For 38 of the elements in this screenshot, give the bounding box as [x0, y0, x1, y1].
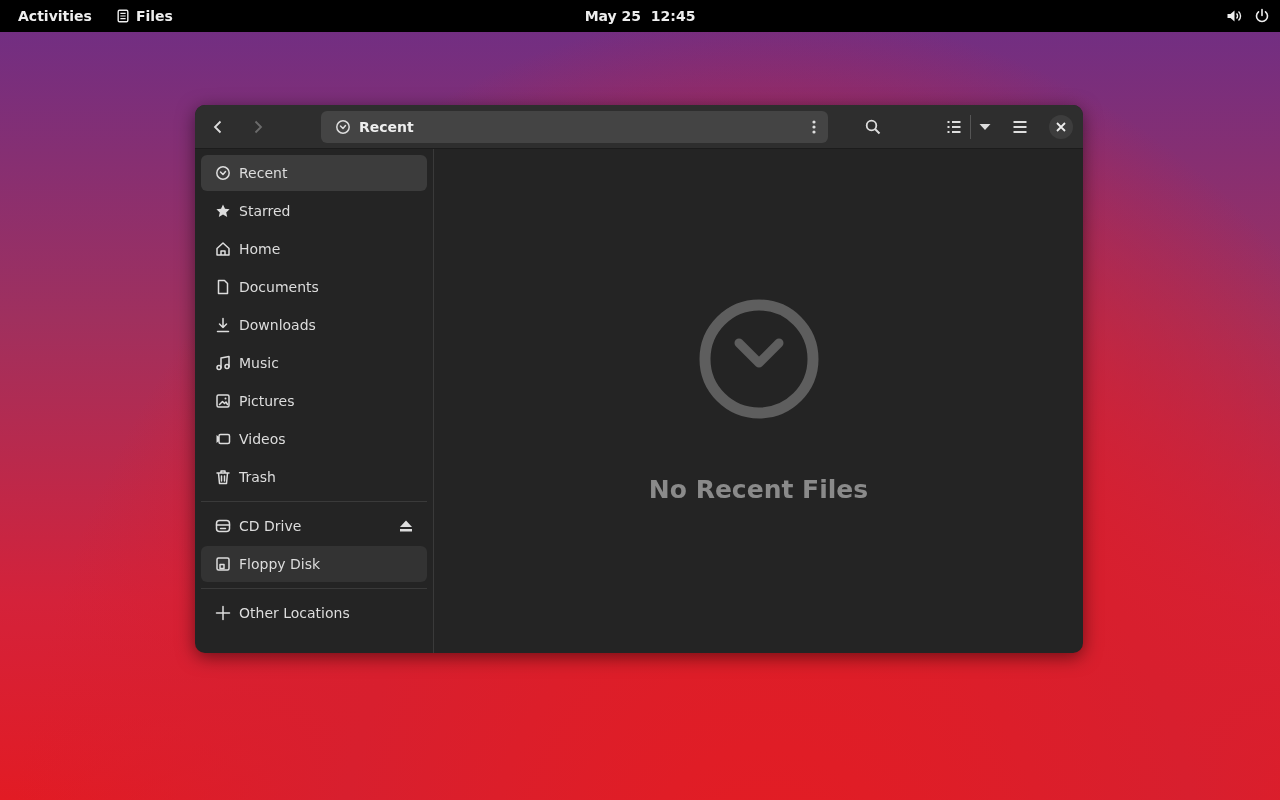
sidebar-item[interactable]: Recent [201, 155, 427, 191]
close-button[interactable] [1049, 114, 1073, 139]
document-icon [215, 279, 231, 295]
sidebar-item[interactable]: Music [201, 345, 427, 381]
power-icon [1254, 8, 1270, 24]
activities-button[interactable]: Activities [6, 2, 104, 30]
list-icon [946, 118, 962, 135]
eject-icon[interactable] [399, 519, 413, 533]
video-camera-icon [215, 431, 231, 447]
clock-icon [215, 165, 231, 181]
sidebar-item[interactable]: Documents [201, 269, 427, 305]
sidebar-item[interactable]: CD Drive [201, 508, 427, 544]
home-icon [215, 241, 231, 257]
search-icon [865, 118, 881, 135]
sidebar-item[interactable]: Other Locations [201, 595, 427, 631]
sidebar-item[interactable]: Trash [201, 459, 427, 495]
plus-icon [215, 605, 231, 621]
star-icon [215, 203, 231, 219]
image-icon [215, 393, 231, 409]
music-note-icon [215, 355, 231, 371]
empty-state-message: No Recent Files [648, 475, 869, 504]
location-bar[interactable]: Recent [321, 110, 828, 143]
sidebar-item[interactable]: Pictures [201, 383, 427, 419]
document-icon [115, 9, 130, 23]
sidebar-item[interactable]: Floppy Disk [201, 546, 427, 582]
close-icon [1056, 121, 1066, 132]
trash-icon [215, 469, 231, 485]
clock[interactable]: May 25 12:45 [572, 2, 708, 30]
app-menu[interactable]: Files [103, 2, 185, 30]
sidebar-item[interactable]: Videos [201, 421, 427, 457]
clock-icon [335, 118, 351, 135]
download-icon [215, 317, 231, 333]
menu-icon [1012, 118, 1028, 135]
sidebar-item[interactable]: Downloads [201, 307, 427, 343]
sidebar-item[interactable]: Starred [201, 193, 427, 229]
speaker-icon [1226, 8, 1242, 24]
sidebar-item[interactable]: Home [201, 231, 427, 267]
disc-drive-icon [215, 518, 231, 534]
